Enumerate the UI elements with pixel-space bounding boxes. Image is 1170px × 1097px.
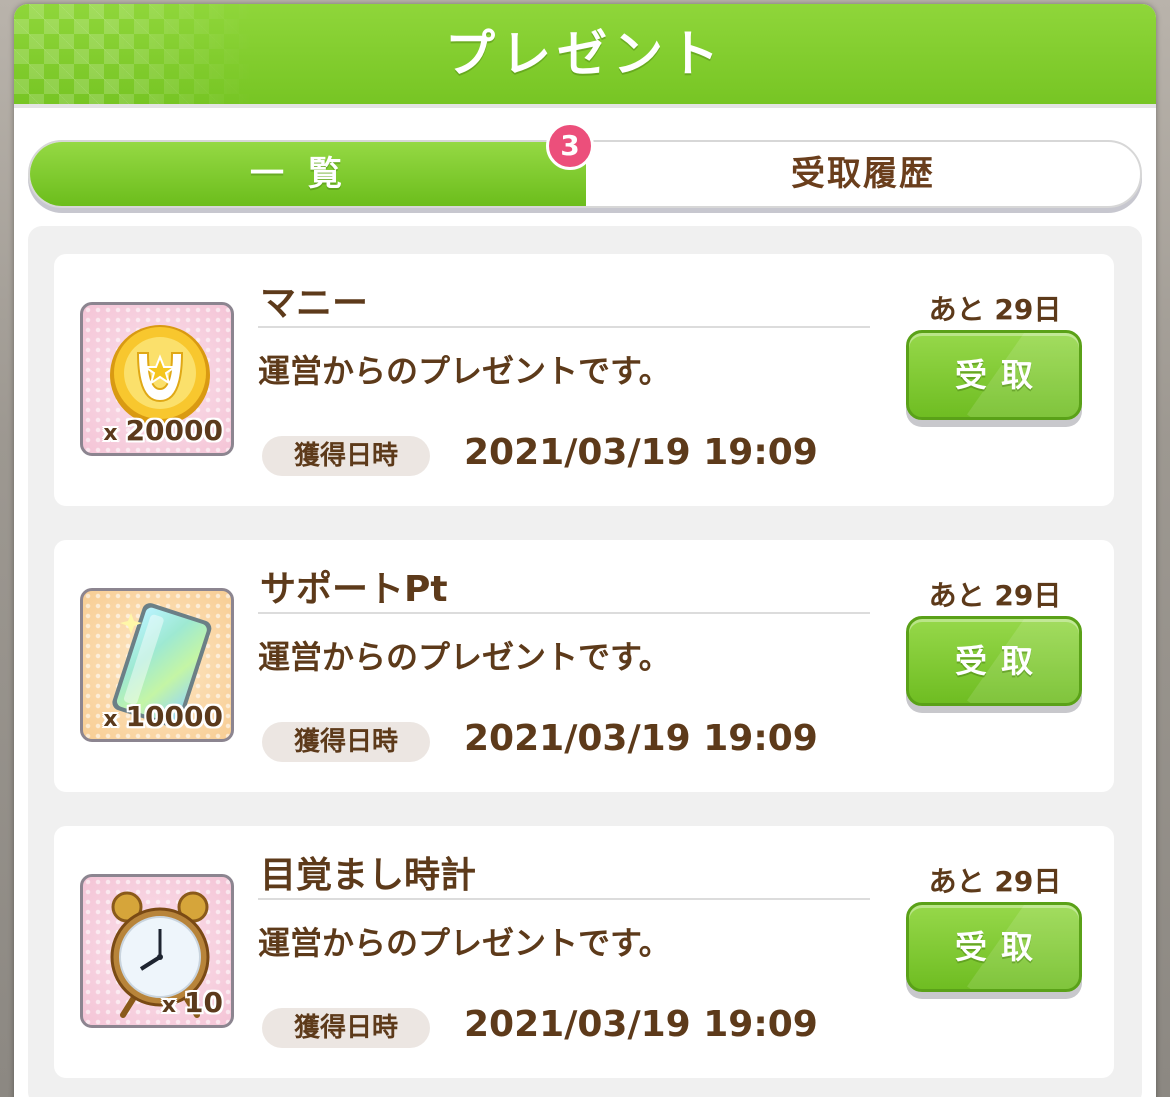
item-description: 運営からのプレゼントです。: [258, 352, 671, 390]
remaining-time: あと 29日: [928, 865, 1062, 898]
item-quantity: x 10: [162, 986, 223, 1019]
tab-list-badge: 3: [546, 122, 594, 170]
present-item: x 10000 サポートPt 運営からのプレゼントです。 獲得日時 2021/03…: [54, 540, 1114, 792]
date-label: 獲得日時: [262, 1008, 430, 1048]
present-item: x 20000 マニー 運営からのプレゼントです。 獲得日時 2021/03/19…: [54, 254, 1114, 506]
item-quantity: x 10000: [103, 700, 223, 733]
receive-button-label: 受取: [954, 642, 1047, 680]
item-name: マニー: [260, 283, 369, 324]
receive-button-label: 受取: [954, 356, 1047, 394]
item-description: 運営からのプレゼントです。: [258, 638, 671, 676]
date-value: 2021/03/19 19:09: [464, 1004, 818, 1045]
title-bar: プレゼント: [14, 4, 1156, 104]
item-divider: [258, 612, 870, 614]
quantity-value: 20000: [125, 414, 223, 447]
title-underline: [14, 104, 1156, 108]
date-value: 2021/03/19 19:09: [464, 432, 818, 473]
item-description: 運営からのプレゼントです。: [258, 924, 671, 962]
quantity-prefix: x: [103, 707, 118, 732]
item-divider: [258, 898, 870, 900]
item-name: サポートPt: [260, 569, 448, 610]
item-thumbnail: x 10000: [80, 588, 234, 742]
dialog-title: プレゼント: [445, 25, 725, 83]
present-dialog: プレゼント 一覧 受取履歴 3 x 20000 マニー 運営からのプレゼントです…: [14, 4, 1156, 1097]
present-list: x 20000 マニー 運営からのプレゼントです。 獲得日時 2021/03/19…: [28, 226, 1142, 1097]
remaining-time: あと 29日: [928, 579, 1062, 612]
tab-list[interactable]: 一覧: [30, 142, 586, 206]
date-label: 獲得日時: [262, 722, 430, 762]
present-item: x 10 目覚まし時計 運営からのプレゼントです。 獲得日時 2021/03/19…: [54, 826, 1114, 1078]
item-name: 目覚まし時計: [260, 855, 477, 896]
tab-bar: 一覧 受取履歴 3: [28, 122, 1142, 208]
quantity-value: 10: [184, 986, 223, 1019]
quantity-prefix: x: [161, 993, 177, 1018]
item-divider: [258, 326, 870, 328]
item-thumbnail: x 20000: [80, 302, 234, 456]
remaining-time: あと 29日: [928, 293, 1062, 326]
quantity-value: 10000: [125, 700, 223, 733]
quantity-prefix: x: [103, 421, 118, 446]
receive-button-label: 受取: [954, 928, 1047, 966]
receive-button[interactable]: 受取: [906, 616, 1082, 706]
tab-history[interactable]: 受取履歴: [586, 142, 1140, 206]
receive-button[interactable]: 受取: [906, 330, 1082, 420]
receive-button[interactable]: 受取: [906, 902, 1082, 992]
date-label: 獲得日時: [262, 436, 430, 476]
item-thumbnail: x 10: [80, 874, 234, 1028]
date-value: 2021/03/19 19:09: [464, 718, 818, 759]
item-quantity: x 20000: [103, 414, 223, 447]
